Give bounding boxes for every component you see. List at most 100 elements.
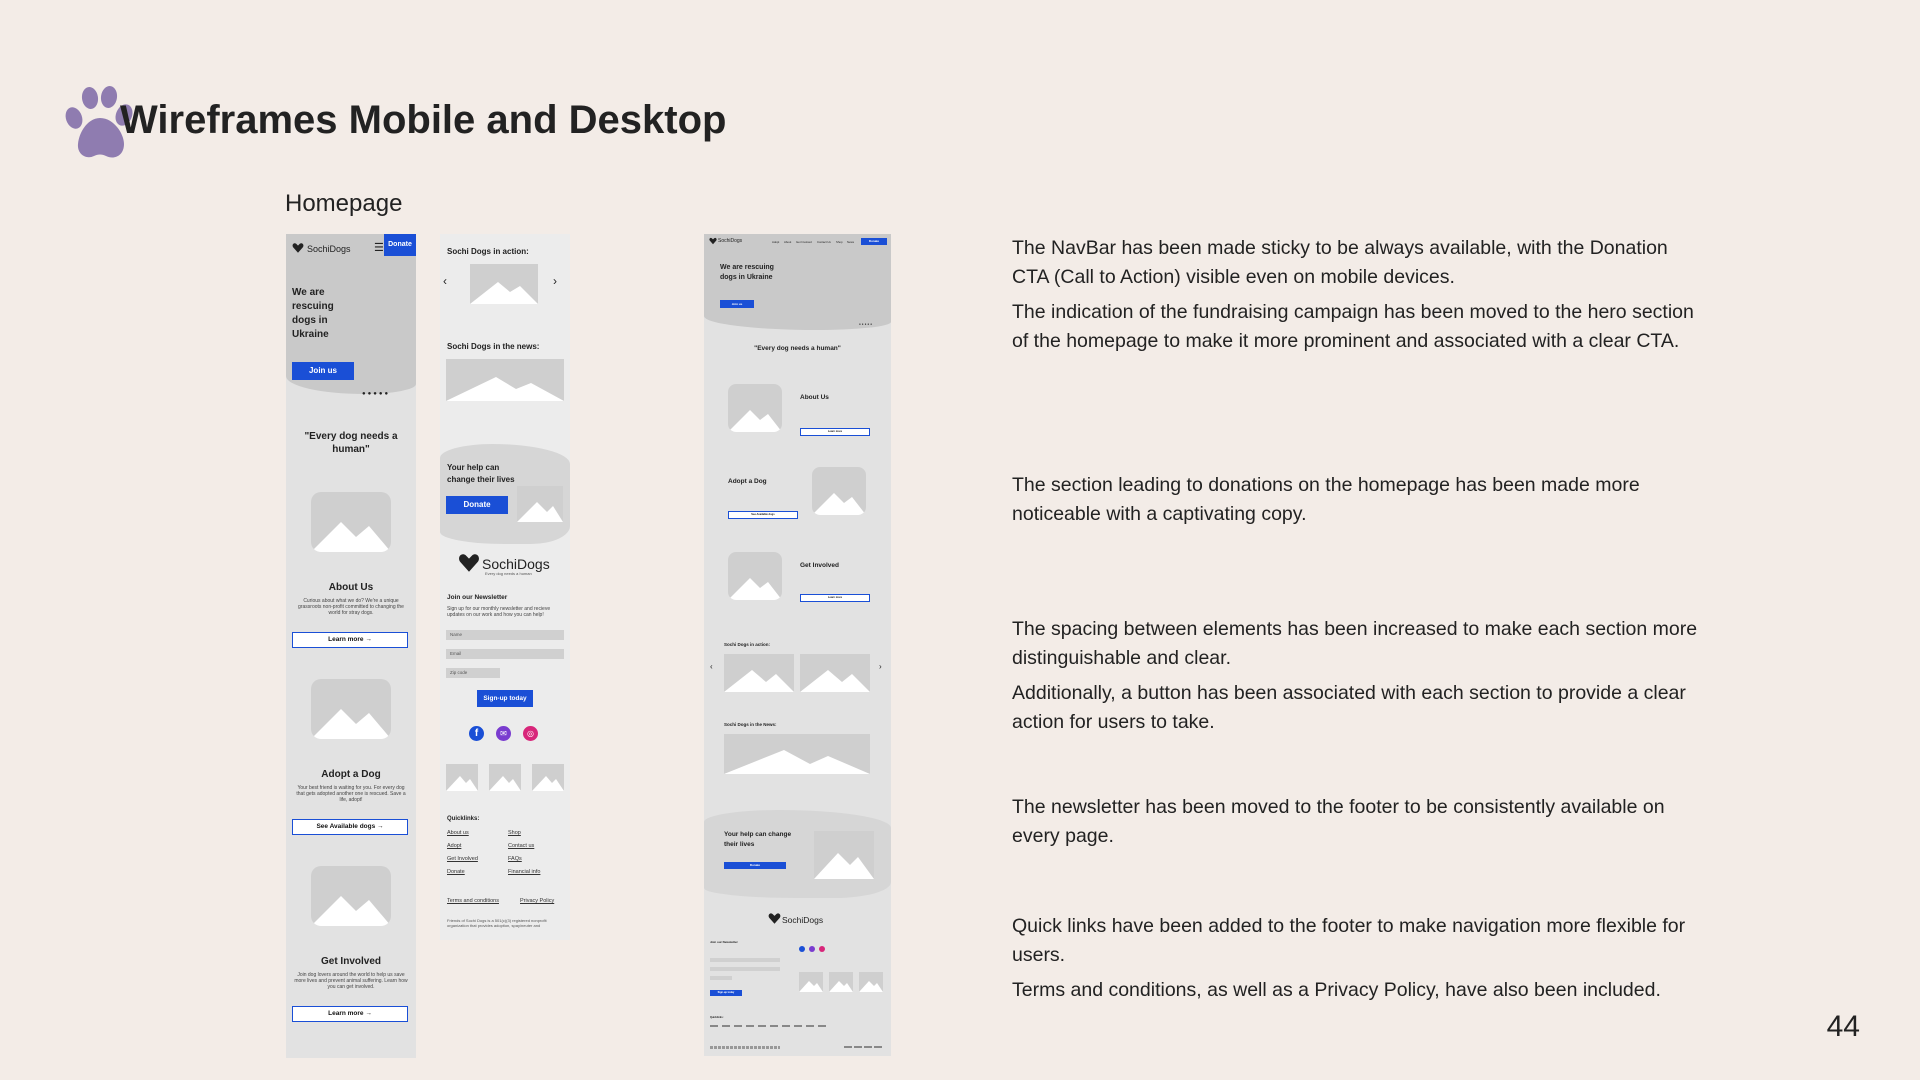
slide-title: Wireframes Mobile and Desktop: [120, 98, 727, 142]
desktop-wireframe-homepage: SochiDogs Adopt About Get Involved Conta…: [704, 234, 891, 1056]
quicklink-about[interactable]: About us: [447, 830, 469, 836]
note-quicklinks: Quick links have been added to the foote…: [1012, 912, 1702, 1011]
footer-image-placeholder-2: [489, 764, 521, 791]
footer-image-placeholder-3: [532, 764, 564, 791]
footer-image-placeholder-1: [446, 764, 478, 791]
page-number: 44: [1826, 1010, 1860, 1043]
instagram-icon[interactable]: ◎: [523, 726, 538, 741]
quicklink-contact[interactable]: Contact us: [508, 843, 534, 849]
email-input[interactable]: Email: [446, 649, 564, 659]
desktop-help-donate-button[interactable]: Donate: [724, 862, 786, 869]
hamburger-menu-icon[interactable]: ☰: [374, 241, 384, 254]
note-newsletter: The newsletter has been moved to the foo…: [1012, 793, 1702, 857]
desktop-adopt-title: Adopt a Dog: [728, 478, 767, 485]
adopt-image-placeholder: [311, 679, 391, 739]
carousel-next-arrow-icon[interactable]: ›: [553, 274, 557, 288]
desktop-action-image-1: [724, 654, 794, 692]
terms-link[interactable]: Terms and conditions: [447, 898, 499, 904]
mobile-donate-button[interactable]: Donate: [384, 234, 416, 256]
quicklinks-heading: Quicklinks:: [447, 816, 480, 822]
heart-paw-logo-icon: [292, 243, 304, 253]
about-text: Curious about what we do? We're a unique…: [298, 598, 404, 616]
note-navbar: The NavBar has been made sticky to be al…: [1012, 234, 1702, 362]
desktop-help-heading: Your help can change their lives: [724, 831, 792, 848]
desktop-sign-up-button[interactable]: Sign-up today: [710, 990, 742, 996]
quicklink-adopt[interactable]: Adopt: [447, 843, 461, 849]
desktop-logo-text: SochiDogs: [718, 238, 743, 244]
adopt-text: Your best friend is waiting for you. For…: [296, 785, 406, 803]
desktop-newsletter-heading: Join our Newsletter: [710, 940, 738, 944]
desktop-facebook-icon[interactable]: [799, 946, 805, 952]
desktop-zip-input[interactable]: [710, 976, 732, 980]
desktop-nav-about[interactable]: About: [784, 240, 791, 244]
desktop-nav-contact[interactable]: Contact Us: [817, 240, 831, 244]
zip-code-input[interactable]: Zip code: [446, 668, 500, 678]
desktop-quicklinks-row[interactable]: [710, 1025, 830, 1027]
action-image-placeholder: [470, 264, 538, 304]
note-spacing: The spacing between elements has been in…: [1012, 615, 1702, 743]
quicklink-financial-info[interactable]: Financial info: [508, 869, 540, 875]
desktop-hero-heading: We are rescuing dogs in Ukraine: [720, 264, 774, 281]
desktop-involved-title: Get Involved: [800, 562, 840, 569]
desktop-action-image-2: [800, 654, 870, 692]
desktop-carousel-dots[interactable]: ●●●●●: [859, 322, 873, 326]
about-title: About Us: [328, 582, 374, 593]
involved-title: Get Involved: [320, 956, 381, 967]
desktop-donate-button[interactable]: Donate: [861, 238, 887, 245]
desktop-help-image: [814, 831, 874, 879]
desktop-nav-news[interactable]: News: [847, 240, 854, 244]
footer-logo-icon: [459, 554, 479, 572]
facebook-icon[interactable]: f: [469, 726, 484, 741]
desktop-prev-arrow-icon[interactable]: ‹: [710, 662, 713, 671]
desktop-adopt-button[interactable]: See Available dogs: [728, 511, 798, 519]
desktop-footer-logo-text: SochiDogs: [782, 915, 824, 925]
quicklink-donate[interactable]: Donate: [447, 869, 465, 875]
newsletter-text: Sign up for our monthly newsletter and r…: [447, 606, 551, 618]
mobile-join-button[interactable]: Join us: [292, 362, 354, 380]
desktop-terms-links[interactable]: [844, 1046, 884, 1048]
about-learn-more-label: Learn more: [328, 636, 364, 643]
desktop-nav-adopt[interactable]: Adopt: [772, 240, 779, 244]
desktop-action-heading: Sochi Dogs in action:: [724, 642, 771, 647]
desktop-about-button[interactable]: Learn more: [800, 428, 870, 436]
about-learn-more-button[interactable]: Learn more →: [292, 632, 408, 648]
desktop-join-button[interactable]: Join us: [720, 300, 754, 308]
see-available-dogs-button[interactable]: See Available dogs →: [292, 819, 408, 835]
desktop-involved-button[interactable]: Learn more: [800, 594, 870, 602]
privacy-link[interactable]: Privacy Policy: [520, 898, 554, 904]
carousel-prev-arrow-icon[interactable]: ‹: [443, 274, 447, 288]
desktop-news-image: [724, 734, 870, 774]
about-image-placeholder: [311, 492, 391, 552]
desktop-mail-icon[interactable]: [809, 946, 815, 952]
see-available-dogs-label: See Available dogs: [316, 823, 376, 830]
name-input[interactable]: Name: [446, 630, 564, 640]
quicklink-faqs[interactable]: FAQs: [508, 856, 522, 862]
footer-tagline: Every dog needs a human: [485, 571, 532, 576]
mail-icon[interactable]: ✉: [496, 726, 511, 741]
desktop-nav-shop[interactable]: Shop: [836, 240, 843, 244]
legal-text: Friends of Sochi Dogs is a 501(c)(3) reg…: [447, 918, 547, 928]
help-donate-button[interactable]: Donate: [446, 496, 508, 514]
involved-learn-more-button[interactable]: Learn more →: [292, 1006, 408, 1022]
news-heading: Sochi Dogs in the news:: [447, 342, 540, 351]
desktop-quote: "Every dog needs a human": [754, 345, 841, 352]
quicklink-get-involved[interactable]: Get Involved: [447, 856, 478, 862]
desktop-email-input[interactable]: [710, 967, 780, 971]
desktop-instagram-icon[interactable]: [819, 946, 825, 952]
sign-up-button[interactable]: Sign-up today: [477, 690, 533, 707]
desktop-adopt-image: [812, 467, 866, 515]
desktop-quicklinks-heading: Quicklinks:: [710, 1016, 724, 1019]
desktop-nav-get-involved[interactable]: Get Involved: [796, 240, 812, 244]
carousel-dots[interactable]: ●●●●●: [362, 391, 390, 397]
involved-image-placeholder: [311, 866, 391, 926]
note-paragraph: The indication of the fundraising campai…: [1012, 301, 1694, 352]
desktop-news-heading: Sochi Dogs in the News:: [724, 722, 777, 727]
desktop-about-title: About Us: [800, 394, 829, 401]
note-donations: The section leading to donations on the …: [1012, 471, 1702, 535]
footer-logo-text: SochiDogs: [482, 556, 550, 572]
mobile-wireframe-homepage-bottom: Sochi Dogs in action: ‹ › Sochi Dogs in …: [440, 234, 570, 940]
desktop-next-arrow-icon[interactable]: ›: [879, 662, 882, 671]
quicklink-shop[interactable]: Shop: [508, 830, 521, 836]
involved-text: Join dog lovers around the world to help…: [294, 972, 408, 990]
desktop-name-input[interactable]: [710, 958, 780, 962]
